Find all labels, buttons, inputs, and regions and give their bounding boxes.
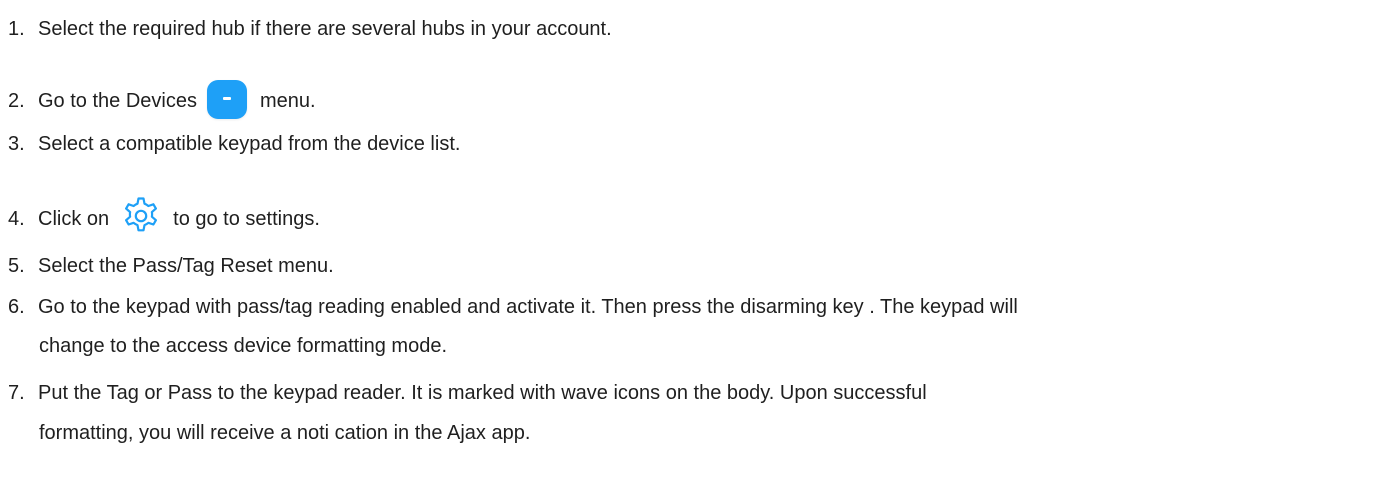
- step-6: 6. Go to the keypad with pass/tag reading…: [8, 288, 1379, 326]
- step-6-continuation: change to the access device formatting m…: [39, 335, 448, 357]
- step-4: 4. Click on to go to settings.: [8, 195, 1379, 239]
- step-text: Select the required hub if there are sev…: [38, 18, 612, 40]
- step-text: Select a compatible keypad from the devi…: [38, 133, 461, 155]
- step-2: 2. Go to the Devices menu.: [8, 80, 1379, 120]
- instruction-list: 1. Select the required hub if there are s…: [0, 0, 1379, 479]
- step-number: 7.: [8, 382, 25, 404]
- step-text-line-1: Put the Tag or Pass to the keypad reader…: [38, 382, 927, 404]
- step-number: 4.: [8, 208, 25, 230]
- step-7-continuation: formatting, you will receive a noti cati…: [39, 422, 531, 444]
- step-text-before: Click on: [38, 208, 110, 230]
- step-number: 6.: [8, 296, 25, 318]
- step-number: 1.: [8, 18, 25, 40]
- step-text-line-1: Go to the keypad with pass/tag reading e…: [38, 296, 1018, 318]
- step-5: 5. Select the Pass/Tag Reset menu.: [8, 247, 1379, 285]
- step-1: 1. Select the required hub if there are s…: [8, 10, 1379, 48]
- devices-menu-icon: [206, 80, 247, 119]
- step-3: 3. Select a compatible keypad from the de…: [8, 125, 1379, 163]
- step-number: 5.: [8, 255, 25, 277]
- step-text: Select the Pass/Tag Reset menu.: [38, 255, 334, 277]
- step-text-before: Go to the Devices: [38, 90, 197, 112]
- gear-icon: [125, 197, 158, 232]
- step-text-after: to go to settings.: [173, 208, 320, 230]
- step-number: 3.: [8, 133, 25, 155]
- step-7: 7. Put the Tag or Pass to the keypad read…: [8, 374, 1379, 412]
- step-number: 2.: [8, 90, 25, 112]
- step-text-after: menu.: [259, 90, 316, 112]
